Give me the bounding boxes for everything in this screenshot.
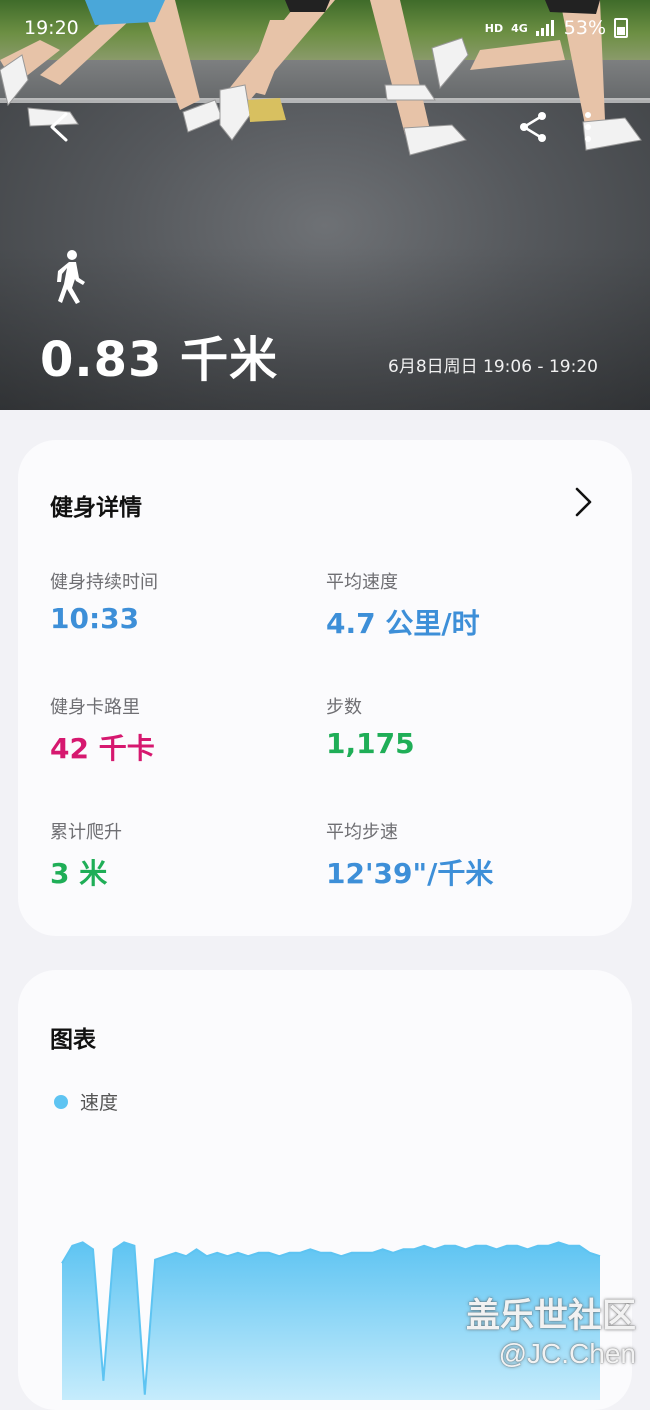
metric-value: 42 千卡 — [50, 732, 155, 765]
details-title: 健身详情 — [50, 495, 142, 521]
battery-icon — [614, 18, 628, 38]
status-time: 19:20 — [24, 17, 79, 39]
chart-legend: 速度 — [54, 1088, 118, 1115]
metric-label: 平均速度 — [326, 572, 398, 593]
workout-details-card[interactable]: 健身详情 健身持续时间 10:33 平均速度 4.7 公里/时 健身卡路里 42… — [18, 440, 632, 936]
hero-banner: 19:20 HD 4G 53% 0.83 千米 6月8日周日 19:06 - 1… — [0, 0, 650, 410]
chevron-right-icon[interactable] — [570, 484, 596, 520]
total-distance: 0.83 千米 — [40, 332, 279, 388]
metric-avg-speed: 平均速度 4.7 公里/时 — [326, 568, 480, 642]
metric-value: 4.7 公里/时 — [326, 607, 480, 640]
share-icon[interactable] — [516, 110, 550, 144]
metric-calories: 健身卡路里 42 千卡 — [50, 693, 155, 767]
watermark-author: @JC.Chen — [498, 1338, 636, 1369]
legend-dot-speed — [54, 1094, 68, 1109]
metric-avg-pace: 平均步速 12'39"/千米 — [326, 818, 493, 892]
signal-icon — [535, 20, 554, 36]
back-arrow-icon[interactable] — [44, 108, 78, 146]
metric-label: 健身卡路里 — [50, 697, 140, 718]
walking-person-icon — [57, 250, 85, 304]
battery-percent: 53% — [563, 17, 606, 39]
metric-value: 12'39"/千米 — [326, 857, 494, 890]
network-hd-indicator: HD — [484, 21, 504, 35]
metric-value: 1,175 — [326, 727, 415, 760]
workout-time-range: 6月8日周日 19:06 - 19:20 — [388, 357, 598, 377]
more-options-icon[interactable] — [578, 110, 598, 144]
metric-steps: 步数 1,175 — [326, 693, 415, 760]
metric-value: 10:33 — [50, 602, 140, 635]
chart-title: 图表 — [50, 1027, 96, 1053]
status-bar: 19:20 HD 4G 53% — [0, 14, 650, 44]
metric-label: 步数 — [326, 697, 362, 718]
metric-duration: 健身持续时间 10:33 — [50, 568, 158, 635]
metric-label: 平均步速 — [326, 822, 398, 843]
metric-elevation-gain: 累计爬升 3 米 — [50, 818, 122, 892]
metric-value: 3 米 — [50, 857, 108, 890]
legend-label-speed: 速度 — [80, 1092, 119, 1114]
metric-label: 健身持续时间 — [50, 572, 158, 593]
watermark-community: 盖乐世社区 — [466, 1297, 636, 1335]
metric-label: 累计爬升 — [50, 822, 122, 843]
network-4g-indicator: 4G — [511, 21, 528, 35]
